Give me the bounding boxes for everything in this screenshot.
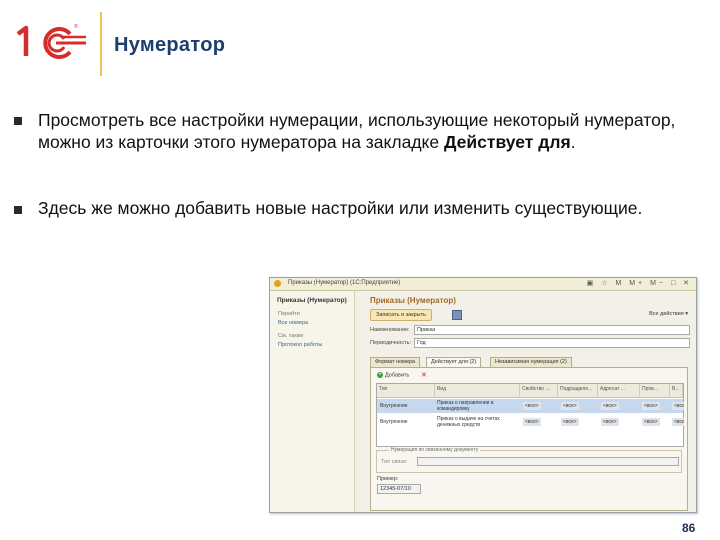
cell-value: <все> — [601, 418, 619, 426]
form-area: Приказы (Нумератор) Записать и закрыть В… — [356, 291, 696, 512]
tab-independent-numbering[interactable]: Независимая нумерация (2) — [490, 357, 572, 367]
tab-applies-to[interactable]: Действует для (2) — [426, 357, 482, 367]
cell-type: Внутренние — [380, 403, 408, 409]
title-separator — [100, 12, 102, 76]
nav-group-go: Перейти — [278, 311, 300, 317]
add-button[interactable]: + Добавить — [377, 372, 409, 378]
sample-value: 12345-07/10 — [377, 484, 421, 494]
nav-item-log[interactable]: Протокол работы — [278, 342, 322, 348]
app-icon — [274, 280, 281, 287]
column-header-addressee[interactable]: Адресат ... — [598, 384, 640, 398]
cell-value: <все> — [523, 402, 541, 410]
column-header-kind[interactable]: Вид — [435, 384, 520, 398]
bullet-square — [14, 117, 22, 125]
window-title: Приказы (Нумератор) (1С:Предприятие) — [288, 280, 401, 286]
all-actions-menu[interactable]: Все действия ▾ — [649, 311, 688, 317]
window-controls[interactable]: ▣ ☆ M M+ M− □ ✕ — [587, 279, 692, 287]
bullet-text-1: Просмотреть все настройки нумерации, исп… — [38, 109, 678, 153]
save-close-button[interactable]: Записать и закрыть — [370, 309, 433, 321]
cell-value: <все> — [561, 402, 579, 410]
tab-content: + Добавить ✕ Тип Вид Свойство ... Подразд… — [370, 367, 688, 511]
bullet-text-2: Здесь же можно добавить новые настройки … — [38, 197, 678, 219]
add-icon: + — [377, 372, 383, 378]
page-number: 86 — [682, 521, 696, 535]
column-header-check[interactable]: Пров... — [640, 384, 670, 398]
cell-value: <все> — [523, 418, 541, 426]
bullet-square — [14, 206, 22, 214]
form-title: Приказы (Нумератор) — [370, 296, 456, 305]
link-type-input[interactable] — [417, 457, 679, 466]
cell-value: <все> — [672, 402, 684, 410]
period-label: Периодичность: — [370, 340, 411, 346]
link-type-label: Тип связи: — [381, 459, 408, 465]
nav-group-see-also: См. также — [278, 333, 304, 339]
cell-value: <все> — [561, 418, 579, 426]
bullet-1-end: . — [570, 132, 576, 152]
linked-numbering-group: Нумерация по связанному документу Тип св… — [376, 447, 682, 473]
name-input[interactable]: Приказ — [414, 325, 690, 335]
nav-item-all-numbers[interactable]: Все номера — [278, 320, 308, 326]
cell-value: <все> — [672, 418, 684, 426]
add-label: Добавить — [385, 372, 410, 379]
cell-value: <все> — [642, 418, 660, 426]
embedded-screenshot: Приказы (Нумератор) (1С:Предприятие) ▣ ☆… — [269, 277, 697, 513]
sample-label: Пример: — [377, 476, 399, 482]
nav-title: Приказы (Нумератор) — [277, 297, 347, 304]
column-header-type[interactable]: Тип — [377, 384, 435, 398]
bullet-1-text: Просмотреть все настройки нумерации, исп… — [38, 110, 676, 152]
svg-text:®: ® — [74, 23, 78, 30]
window-titlebar: Приказы (Нумератор) (1С:Предприятие) ▣ ☆… — [270, 278, 696, 291]
navigation-panel: Приказы (Нумератор) Перейти Все номера С… — [270, 291, 355, 512]
cell-value: <все> — [642, 402, 660, 410]
bullet-2-text: Здесь же можно добавить новые настройки … — [38, 198, 643, 218]
table-row[interactable]: Внутренние Приказ о направлении в команд… — [377, 399, 684, 413]
cell-kind: Приказ о направлении в командировку — [437, 400, 494, 412]
linked-numbering-label: Нумерация по связанному документу — [389, 447, 481, 453]
table-row[interactable]: Внутренние Приказ о выдаче на счетах ден… — [377, 415, 684, 429]
column-header-property[interactable]: Свойство ... — [520, 384, 558, 398]
column-header-more[interactable]: В... — [670, 384, 683, 398]
name-label: Наименование: — [370, 327, 410, 333]
slide-title: Нумератор — [114, 34, 226, 56]
cell-type: Внутренние — [380, 419, 408, 425]
period-select[interactable]: Год — [414, 338, 690, 348]
delete-icon[interactable]: ✕ — [421, 371, 427, 379]
tab-number-format[interactable]: Формат номера — [370, 357, 421, 367]
logo-1c: ® — [16, 23, 86, 59]
cell-kind: Приказ о выдаче на счетах денежных средс… — [437, 416, 500, 428]
column-header-department[interactable]: Подразделе... — [558, 384, 598, 398]
cell-value: <все> — [601, 402, 619, 410]
settings-table: Тип Вид Свойство ... Подразделе... Адрес… — [376, 383, 684, 447]
save-icon[interactable] — [452, 310, 462, 320]
bullet-1-bold: Действует для — [444, 132, 571, 152]
